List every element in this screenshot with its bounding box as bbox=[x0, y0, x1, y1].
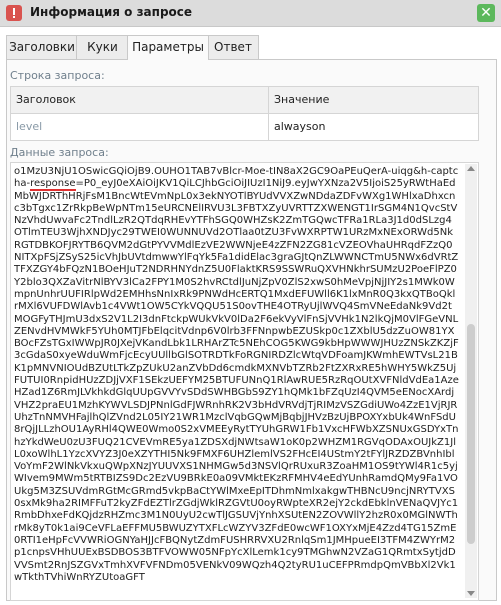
window-title: Информация о запросе bbox=[30, 5, 193, 19]
tab-response[interactable]: Ответ bbox=[207, 35, 259, 59]
warning-icon bbox=[6, 5, 22, 21]
query-params-table: Заголовок Значение level alwayson bbox=[10, 86, 479, 141]
table-header: Заголовок Значение bbox=[11, 87, 478, 114]
scroll-thumb[interactable] bbox=[467, 324, 475, 544]
column-header-value: Значение bbox=[274, 93, 330, 106]
request-data-textarea[interactable]: o1MzU3NjU1OSwicGQiOjB9.OUHO1TAB7vBlcr-Mo… bbox=[10, 162, 479, 601]
vertical-scrollbar[interactable] bbox=[465, 164, 477, 598]
request-data-content: o1MzU3NjU1OSwicGQiOjB9.OUHO1TAB7vBlcr-Mo… bbox=[14, 166, 459, 584]
tab-headers[interactable]: Заголовки bbox=[6, 35, 78, 59]
scroll-up-icon[interactable] bbox=[467, 166, 475, 171]
tab-cookies[interactable]: Куки bbox=[76, 35, 129, 59]
highlighted-response-key: response bbox=[30, 178, 76, 192]
title-bar: Информация о запросе ✕ bbox=[0, 0, 501, 27]
data-rest: =P0_eyJ0eXAiOiJKV1QiLCJhbGciOiJIUzI1NiJ9… bbox=[14, 178, 459, 583]
param-value: alwayson bbox=[274, 120, 326, 133]
table-row[interactable]: level alwayson bbox=[11, 114, 478, 140]
scroll-down-icon[interactable] bbox=[467, 591, 475, 596]
query-string-label: Строка запроса: bbox=[10, 69, 105, 82]
tab-parameters[interactable]: Параметры bbox=[127, 35, 209, 60]
column-header-name: Заголовок bbox=[11, 87, 269, 113]
close-button[interactable]: ✕ bbox=[477, 4, 495, 22]
param-name: level bbox=[11, 114, 269, 140]
request-data-label: Данные запроса: bbox=[10, 146, 109, 159]
